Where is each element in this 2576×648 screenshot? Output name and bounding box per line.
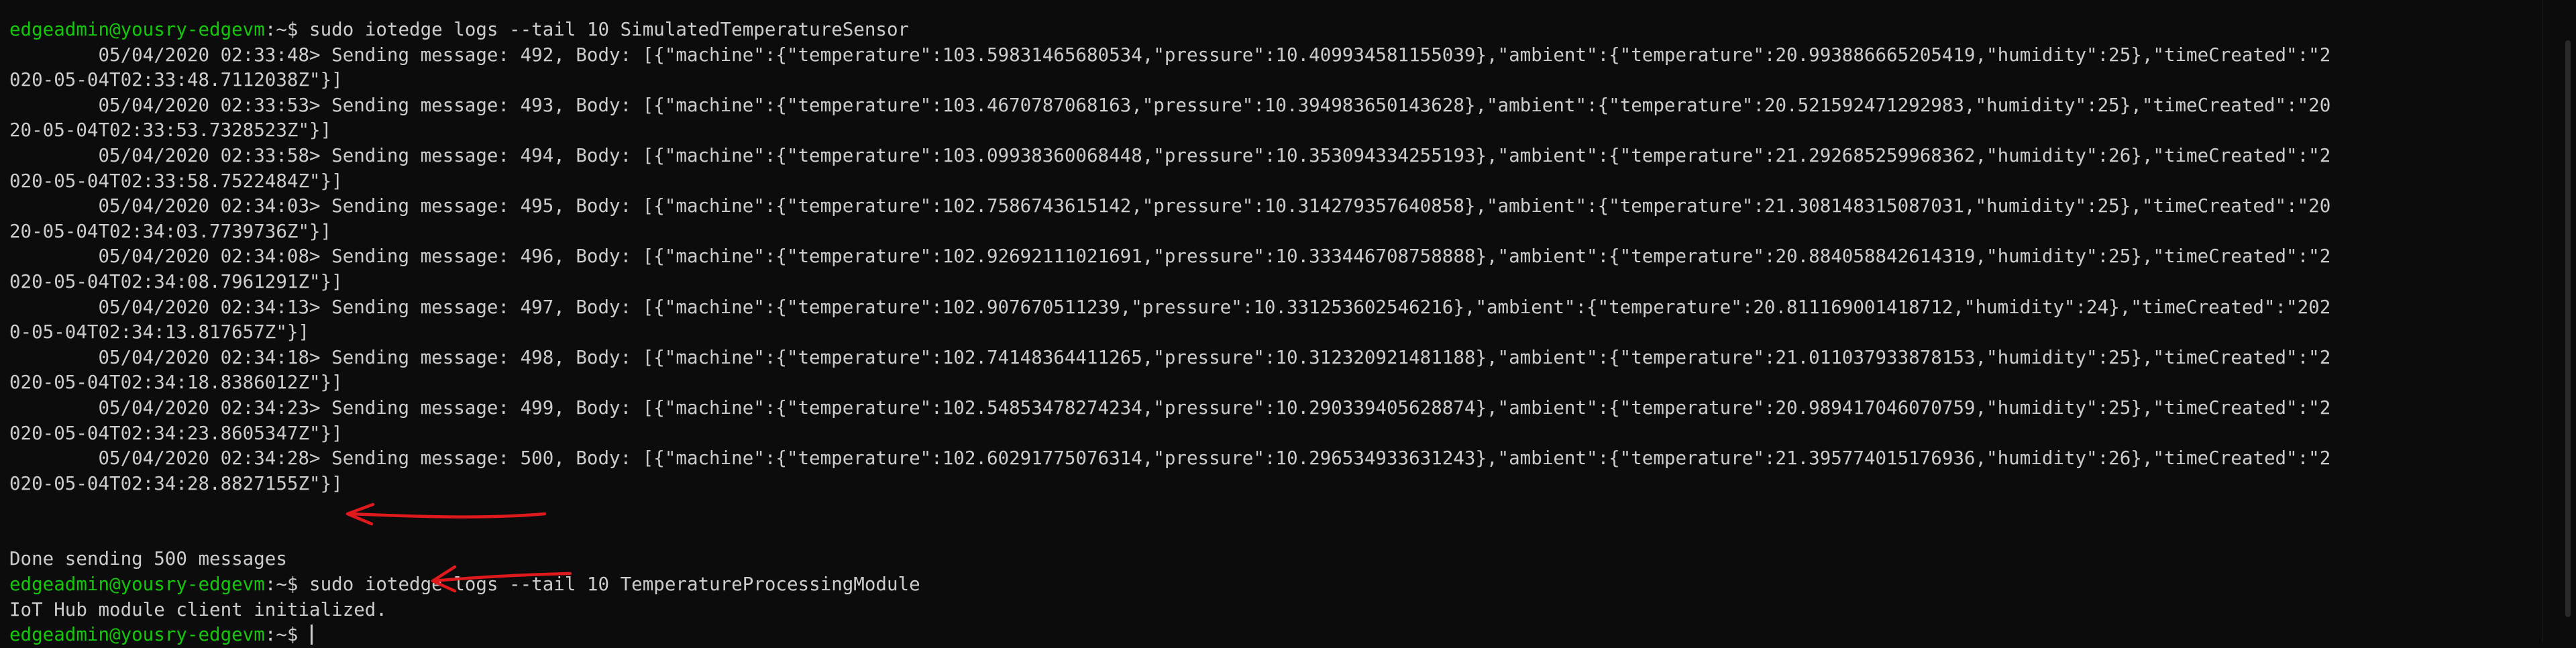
prompt-suffix: :~$ [264, 574, 299, 596]
prompt-suffix: :~$ [264, 624, 299, 646]
prompt-suffix: :~$ [264, 19, 299, 40]
done-line: Done sending 500 messages [9, 548, 287, 570]
prompt-user: edgeadmin@yousry-edgevm [9, 624, 265, 646]
log-line: 020-05-04T02:33:58.7522484Z"}] [9, 170, 343, 192]
log-line: 05/04/2020 02:34:03> Sending message: 49… [9, 195, 2331, 217]
log-line: 0-05-04T02:34:13.817657Z"}] [9, 321, 310, 343]
iot-init-line: IoT Hub module client initialized. [9, 598, 387, 620]
log-line: 05/04/2020 02:33:48> Sending message: 49… [9, 44, 2331, 66]
log-line: 20-05-04T02:34:03.7739736Z"}] [9, 220, 332, 242]
log-line: 05/04/2020 02:33:58> Sending message: 49… [9, 144, 2331, 166]
vertical-scrollbar[interactable] [2542, 0, 2576, 643]
prompt-user: edgeadmin@yousry-edgevm [9, 19, 265, 40]
prompt-line-1: edgeadmin@yousry-edgevm:~$ sudo iotedge … [9, 17, 2542, 43]
log-line: 020-05-04T02:34:28.8827155Z"}] [9, 472, 343, 494]
log-line: 05/04/2020 02:34:13> Sending message: 49… [9, 296, 2331, 318]
prompt-user: edgeadmin@yousry-edgevm [9, 574, 265, 596]
text-cursor [311, 625, 313, 645]
log-line: 05/04/2020 02:33:53> Sending message: 49… [9, 94, 2331, 116]
log-line: 020-05-04T02:34:23.8605347Z"}] [9, 422, 343, 444]
log-line: 020-05-04T02:33:48.7112038Z"}] [9, 69, 343, 91]
log-line: 05/04/2020 02:34:23> Sending message: 49… [9, 396, 2331, 419]
command-text: sudo iotedge logs --tail 10 TemperatureP… [298, 574, 920, 596]
log-line: 020-05-04T02:34:18.8386012Z"}] [9, 372, 343, 394]
log-line: 05/04/2020 02:34:08> Sending message: 49… [9, 246, 2331, 268]
command-input[interactable] [298, 624, 309, 645]
scrollbar-thumb[interactable] [2565, 40, 2571, 617]
log-line: 05/04/2020 02:34:28> Sending message: 50… [9, 447, 2331, 470]
log-line: 20-05-04T02:33:53.7328523Z"}] [9, 119, 332, 142]
log-line: 020-05-04T02:34:08.7961291Z"}] [9, 270, 343, 292]
prompt-line-3[interactable]: edgeadmin@yousry-edgevm:~$ [9, 623, 2542, 648]
command-text: sudo iotedge logs --tail 10 SimulatedTem… [298, 19, 910, 40]
terminal-window[interactable]: edgeadmin@yousry-edgevm:~$ sudo iotedge … [0, 0, 2542, 645]
log-line: 05/04/2020 02:34:18> Sending message: 49… [9, 346, 2331, 368]
prompt-line-2: edgeadmin@yousry-edgevm:~$ sudo iotedge … [9, 572, 2542, 598]
